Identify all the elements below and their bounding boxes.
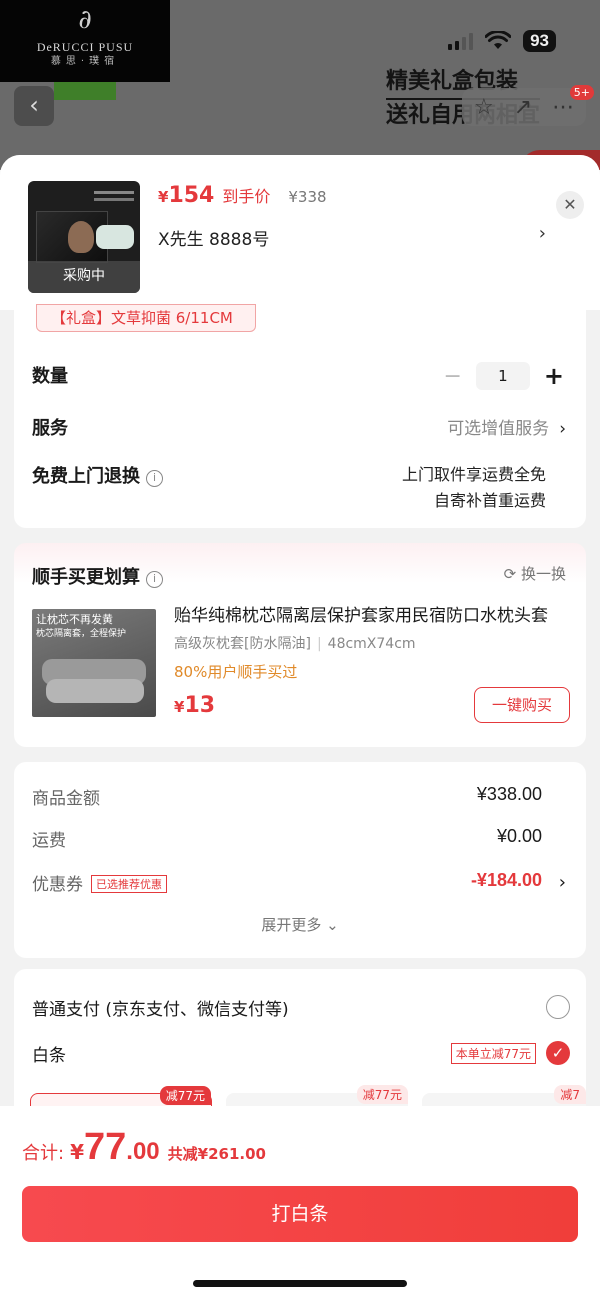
chevron-down-icon: ⌄ [326, 916, 339, 934]
product-summary: 采购中 ¥154 到手价 ¥338 X先生 8888号 › ✕ [0, 155, 600, 310]
brand-logo-name: DeRUCCI PUSU [36, 40, 134, 54]
shipping-value: ¥0.00 [496, 826, 542, 846]
coupon-value: -¥184.00 [470, 870, 542, 890]
original-price: ¥338 [288, 188, 327, 206]
price-line: ¥154 到手价 ¥338 [158, 183, 327, 208]
decrease-button[interactable]: − [443, 364, 461, 389]
addon-card: 顺手买更划算 i ⟳ 换一换 让枕芯不再发黄枕芯隔离套，全程保护 贻华纯棉枕芯隔离… [14, 543, 586, 747]
options-card: 数量 − 1 + 服务 可选增值服务 › 免费上门退换 i 上门取件享运费全免 自寄… [14, 338, 586, 528]
shipping-row: 运费 ¥0.00 [32, 826, 542, 851]
addon-popularity: 80%用户顺手买过 [174, 663, 298, 681]
amount-card: 商品金额 ¥338.00 运费 ¥0.00 优惠券 已选推荐优惠 -¥184.00… [14, 762, 586, 958]
spec-options-peek: 【礼盒】文草抑菌 6/11CM [14, 304, 586, 338]
more-icon[interactable]: ⋯ [552, 95, 574, 120]
quantity-label: 数量 [32, 366, 68, 387]
plan-discount-tag: 减7 [554, 1085, 586, 1104]
final-price-tag: 到手价 [222, 187, 271, 206]
brand-logo-sub: 慕思·璞宿 [50, 56, 120, 67]
close-icon[interactable]: ✕ [556, 191, 584, 219]
coupon-row[interactable]: 优惠券 已选推荐优惠 -¥184.00 [32, 870, 542, 895]
addon-product-name[interactable]: 贻华纯棉枕芯隔离层保护套家用民宿防口水枕头套 [174, 601, 570, 626]
increase-button[interactable]: + [544, 362, 564, 390]
addon-price: ¥13 [174, 693, 216, 718]
decorative-strip [54, 82, 116, 100]
info-icon[interactable]: i [146, 470, 163, 487]
coupon-label: 优惠券 [32, 875, 83, 895]
baitiao-promo-badge: 本单立减77元 [450, 1043, 536, 1064]
spec-chip[interactable]: 【礼盒】文草抑菌 6/11CM [36, 304, 256, 332]
battery-level: 93 [523, 30, 556, 52]
quantity-stepper: − 1 + [443, 362, 564, 390]
top-nav-icons: ☆ ↗ ⋯ [462, 88, 586, 126]
purchasing-label: 采购中 [28, 261, 140, 293]
chevron-right-icon: › [559, 419, 566, 439]
goods-amount-row: 商品金额 ¥338.00 [32, 784, 542, 809]
swap-button[interactable]: ⟳ 换一换 [504, 563, 566, 584]
plan-discount-tag: 减77元 [356, 1085, 408, 1104]
selected-spec[interactable]: X先生 8888号 [158, 225, 269, 250]
status-bar: 93 [448, 28, 556, 54]
one-click-buy-button[interactable]: 一键购买 [474, 687, 570, 723]
total-integer: 77 [84, 1126, 127, 1168]
return-label: 免费上门退换 i [32, 462, 163, 488]
goods-amount-label: 商品金额 [32, 789, 100, 809]
addon-title: 顺手买更划算 i [32, 563, 163, 589]
pay-baitiao-button[interactable]: 打白条 [22, 1186, 578, 1242]
addon-image-caption-sub: 枕芯隔离套，全程保护 [36, 629, 127, 639]
final-price: ¥154 [158, 183, 215, 208]
total-label: 合计: [22, 1143, 65, 1164]
checkout-bar: 合计: ¥ 77 .00 共减¥261.00 打白条 [0, 1106, 600, 1300]
normal-payment-option[interactable]: 普通支付 (京东支付、微信支付等) [32, 995, 570, 1020]
info-icon[interactable]: i [146, 571, 163, 588]
wifi-icon [485, 31, 512, 49]
favorite-icon[interactable]: ☆ [474, 95, 494, 120]
total-saved: 共减¥261.00 [167, 1145, 266, 1163]
total-currency: ¥ [70, 1140, 84, 1164]
chevron-right-icon[interactable]: › [559, 872, 566, 893]
quantity-input[interactable]: 1 [475, 362, 530, 390]
cellular-signal-icon [448, 32, 474, 50]
brand-logo: ∂ DeRUCCI PUSU 慕思·璞宿 [0, 0, 170, 82]
expand-more-button[interactable]: 展开更多 ⌄ [14, 914, 586, 935]
cart-badge: 5+ [569, 85, 594, 100]
check-icon[interactable]: ✓ [546, 1041, 570, 1065]
shipping-label: 运费 [32, 831, 66, 851]
total-price: 合计: ¥ 77 .00 共减¥261.00 [22, 1126, 266, 1169]
chevron-right-icon[interactable]: › [539, 223, 546, 244]
back-button[interactable]: ‹ [14, 86, 54, 126]
addon-spec: 高级灰枕套[防水隔油] | 48cmX74cm [174, 636, 416, 652]
total-decimal: .00 [126, 1138, 160, 1165]
brand-logo-mark: ∂ [78, 5, 92, 35]
share-icon[interactable]: ↗ [514, 95, 532, 120]
goods-amount-value: ¥338.00 [476, 784, 542, 804]
return-description: 上门取件享运费全免 自寄补首重运费 [401, 465, 546, 510]
background-page: ∂ DeRUCCI PUSU 慕思·璞宿 93 ‹ 精美礼盒包装 送礼自用两相宜… [0, 0, 600, 170]
plan-discount-tag: 减77元 [159, 1086, 211, 1105]
product-thumbnail[interactable]: 采购中 [28, 181, 140, 293]
normal-payment-radio[interactable] [546, 995, 570, 1019]
service-selector[interactable]: 可选增值服务 › [447, 414, 566, 439]
coupon-badge: 已选推荐优惠 [91, 875, 167, 893]
addon-image-caption: 让枕芯不再发黄 [36, 613, 113, 626]
home-indicator [193, 1280, 407, 1287]
service-label: 服务 [32, 418, 68, 439]
addon-product-image[interactable]: 让枕芯不再发黄枕芯隔离套，全程保护 [32, 609, 156, 717]
